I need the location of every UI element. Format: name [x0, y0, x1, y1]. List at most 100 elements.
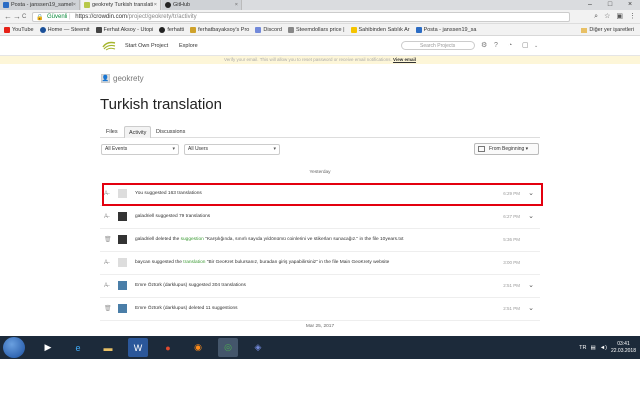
activity-text: Emre Öztürk (darklupus) deleted 11 sugge… [135, 306, 238, 311]
bookmark-label: ferhatbayaksoy's Pro [198, 26, 250, 33]
folder-icon [581, 27, 588, 33]
chevron-down-icon[interactable]: ⌄ [528, 212, 534, 220]
search-projects-input[interactable]: Search Projects [401, 41, 475, 50]
clock-date: 22.03.2018 [610, 347, 636, 354]
tab-files[interactable]: Files [102, 126, 122, 138]
search-icon[interactable]: ⌕ [594, 12, 598, 22]
page-title: Turkish translation [100, 96, 222, 113]
notice-text: Verify your email. This will allow you t… [224, 57, 392, 62]
activity-row[interactable]: A̶ galadriell suggested 79 translations … [100, 206, 540, 229]
chevron-down-icon[interactable]: ⌄ [528, 281, 534, 289]
avatar [118, 258, 127, 267]
chrome-icon[interactable]: ◎ [218, 338, 238, 357]
profile-avatar-icon[interactable]: ▢ [522, 41, 529, 51]
other-bookmarks[interactable]: Diğer yer işaretleri [581, 24, 634, 35]
bookmark-label: YouTube [12, 26, 34, 33]
bookmarks-bar: YouTube Home — Steemit Ferhat Aksoy - Ut… [0, 24, 640, 36]
steemit-icon [39, 26, 46, 33]
delete-icon: 🗑 [104, 306, 112, 312]
translation-link[interactable]: translation [183, 260, 205, 265]
activity-text-part: baycan suggested the [135, 260, 184, 265]
profile-icon [190, 26, 197, 33]
activity-text-part: galadriell deleted the [135, 237, 181, 242]
app-icon[interactable]: ● [158, 338, 178, 357]
project-username[interactable]: geokrety [113, 74, 144, 83]
maximize-icon[interactable]: □ [600, 0, 620, 10]
extension-icon[interactable]: ▣ [616, 12, 623, 22]
browser-tab-crowdin[interactable]: geokrety Turkish translati × [81, 0, 161, 10]
network-icon[interactable]: ▤ [590, 345, 595, 351]
tab-label: Posta - janssen19_samel [11, 2, 73, 8]
activity-row[interactable]: A̶ Emre Öztürk (darklupus) suggested 304… [100, 275, 540, 298]
chevron-down-icon: ▾ [172, 146, 175, 152]
day-label-yesterday: Yesterday [309, 170, 331, 175]
help-icon[interactable]: ? [494, 41, 498, 51]
delete-icon: 🗑 [104, 237, 112, 243]
bookmark-sahibinden[interactable]: Sahibinden Satılık Ar [350, 26, 410, 33]
activity-row[interactable]: A̶ baycan suggested the translation "Bir… [100, 252, 540, 275]
clock[interactable]: 03:41 22.03.2018 [611, 341, 636, 355]
minimize-icon[interactable]: – [580, 0, 600, 10]
crowdin-logo-icon[interactable] [102, 41, 116, 51]
tab-discussions[interactable]: Discussions [152, 126, 189, 138]
view-email-link[interactable]: View email [393, 57, 416, 62]
bookmark-label: Discord [263, 26, 282, 33]
chevron-down-icon[interactable]: ⌄ [534, 41, 538, 51]
activity-row[interactable]: 🗑 Emre Öztürk (darklupus) deleted 11 sug… [100, 298, 540, 321]
explorer-icon[interactable]: ▬ [98, 338, 118, 357]
settings-icon[interactable]: ⚙ [481, 41, 487, 51]
notifications-icon[interactable]: ◔ [508, 41, 512, 51]
bookmark-discord[interactable]: Discord [255, 26, 282, 33]
volume-icon[interactable]: ◄) [600, 345, 607, 351]
windows-start-icon[interactable] [3, 337, 25, 358]
project-tabs: Files Activity Discussions [100, 124, 540, 138]
bookmark-steemit[interactable]: Home — Steemit [39, 26, 90, 33]
media-player-icon[interactable]: ▶ [38, 338, 58, 357]
ie-icon[interactable]: e [68, 338, 88, 357]
language-indicator[interactable]: TR [579, 345, 586, 351]
events-filter-select[interactable]: All Events ▾ [101, 144, 179, 155]
activity-row[interactable]: 🗑 galadriell deleted the suggestion "Kar… [100, 229, 540, 252]
from-beginning-button[interactable]: From Beginning ▾ [474, 143, 539, 155]
firefox-icon[interactable]: ◉ [188, 338, 208, 357]
tab-activity[interactable]: Activity [124, 126, 152, 138]
browser-actions: ⌕ ☆ ▣ ⋮ [594, 12, 636, 22]
discord-icon[interactable]: ◈ [248, 338, 268, 357]
users-filter-select[interactable]: All Users ▾ [184, 144, 280, 155]
bookmark-steemdollars[interactable]: Steemdollars price | [288, 26, 345, 33]
youtube-icon [4, 26, 10, 33]
verify-email-notice: Verify your email. This will allow you t… [0, 56, 640, 64]
bookmark-mail[interactable]: Posta - janssen19_sa [415, 26, 476, 33]
star-icon[interactable]: ☆ [604, 12, 610, 22]
crowdin-icon [84, 2, 90, 8]
bookmark-youtube[interactable]: YouTube [4, 26, 34, 33]
browser-tab-mail[interactable]: Posta - janssen19_samel × [0, 0, 80, 10]
close-window-icon[interactable]: × [620, 0, 640, 10]
nav-explore[interactable]: Explore [179, 36, 198, 56]
url-input[interactable]: 🔒 Güvenli | https://crowdin.com/project/… [32, 12, 570, 22]
avatar [118, 212, 127, 221]
discord-icon [255, 26, 262, 33]
lock-icon: 🔒 [36, 15, 44, 21]
activity-time: 3:00 PM [503, 260, 520, 265]
activity-text: galadriell suggested 79 translations [135, 214, 211, 219]
sahibinden-icon [350, 26, 357, 33]
back-icon[interactable]: ← [4, 12, 12, 22]
menu-icon[interactable]: ⋮ [629, 12, 636, 22]
close-icon[interactable]: × [154, 0, 157, 10]
close-icon[interactable]: × [235, 0, 238, 10]
bookmark-github[interactable]: ferhatti [159, 26, 185, 33]
forward-icon[interactable]: → [13, 12, 21, 22]
word-icon[interactable]: W [128, 338, 148, 357]
close-icon[interactable]: × [73, 0, 76, 10]
browser-tab-github[interactable]: GitHub × [162, 0, 242, 10]
chevron-down-icon[interactable]: ⌄ [528, 304, 534, 312]
reload-icon[interactable]: C [22, 12, 26, 22]
suggestion-link[interactable]: suggestion [181, 237, 204, 242]
bookmark-utopian[interactable]: Ferhat Aksoy - Utopi [95, 26, 153, 33]
bookmark-label: ferhatti [167, 26, 185, 33]
other-bookmarks-label: Diğer yer işaretleri [589, 27, 634, 33]
bookmark-profile[interactable]: ferhatbayaksoy's Pro [190, 26, 250, 33]
project-owner[interactable]: 👤 geokrety [101, 74, 144, 83]
nav-start-project[interactable]: Start Own Project [125, 36, 168, 56]
